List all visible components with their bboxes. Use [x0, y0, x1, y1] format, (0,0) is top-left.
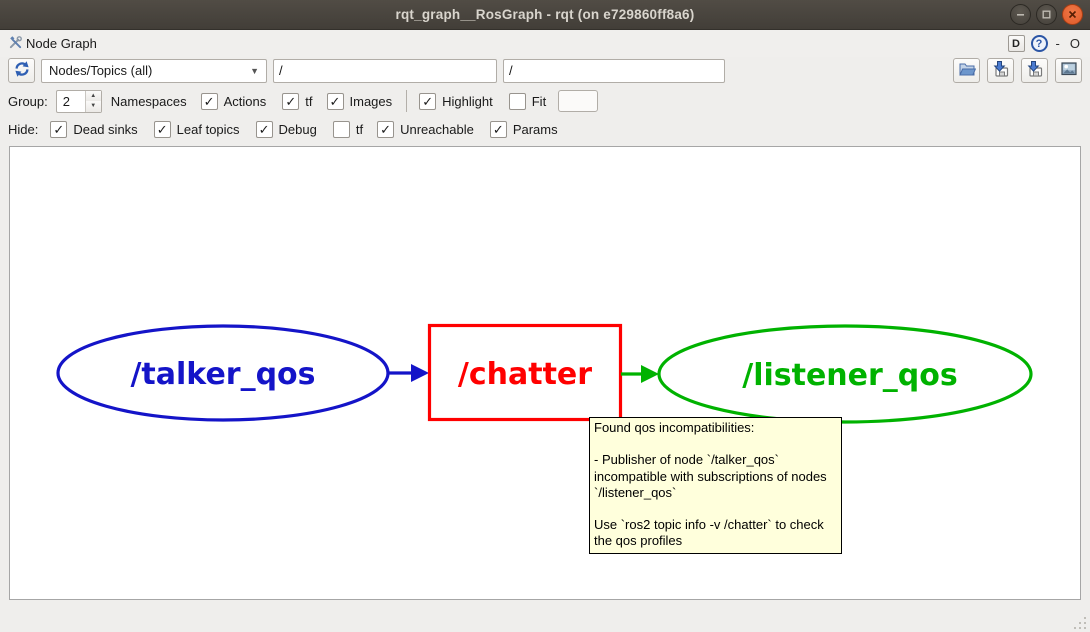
- options-row: Group: 2 ▲ ▼ Namespaces ✓ Actions ✓ tf ✓…: [8, 89, 598, 113]
- checkbox-indicator: ✓: [154, 121, 171, 138]
- blank-button[interactable]: [558, 90, 598, 112]
- topic-filter-input[interactable]: [503, 59, 725, 83]
- checkbox-indicator: ✓: [419, 93, 436, 110]
- group-spinbox[interactable]: 2 ▲ ▼: [56, 90, 102, 113]
- checkbox-params[interactable]: ✓ Params: [490, 121, 558, 138]
- toolbar-separator: [406, 90, 407, 112]
- panel-header-buttons: D ? - O: [1008, 35, 1082, 52]
- checkbox-label: Debug: [279, 122, 317, 137]
- checkbox-indicator: ✓: [282, 93, 299, 110]
- spin-arrows: ▲ ▼: [85, 91, 101, 112]
- close-plugin-button[interactable]: O: [1068, 36, 1082, 51]
- checkbox-fit[interactable]: Fit: [509, 93, 546, 110]
- checkbox-leaf-topics[interactable]: ✓ Leaf topics: [154, 121, 240, 138]
- status-strip: [0, 601, 1090, 632]
- checkbox-dead-sinks[interactable]: ✓ Dead sinks: [50, 121, 137, 138]
- close-window-icon[interactable]: [1062, 4, 1083, 25]
- graph-type-select[interactable]: Nodes/Topics (all) ▼: [41, 59, 267, 83]
- checkbox-tf-show[interactable]: ✓ tf: [282, 93, 312, 110]
- checkbox-images[interactable]: ✓ Images: [327, 93, 393, 110]
- spin-up-icon[interactable]: ▲: [86, 91, 101, 102]
- checkbox-indicator: ✓: [50, 121, 67, 138]
- window-title: rqt_graph__RosGraph - rqt (on e729860ff8…: [396, 7, 695, 22]
- ros-graph: /talker_qos /chatter /listener_qos: [10, 147, 1080, 599]
- rqt-window: { "window": { "title": "rqt_graph__RosGr…: [0, 0, 1090, 632]
- open-folder-icon: [958, 60, 976, 81]
- checkbox-actions[interactable]: ✓ Actions: [201, 93, 267, 110]
- chevron-down-icon: ▼: [250, 66, 259, 76]
- dock-d-button[interactable]: D: [1008, 35, 1025, 52]
- checkbox-label: Actions: [224, 94, 267, 109]
- save-svg-button[interactable]: [1021, 58, 1048, 83]
- refresh-button[interactable]: [8, 58, 35, 83]
- checkbox-label: tf: [305, 94, 312, 109]
- load-dot-button[interactable]: [953, 58, 980, 83]
- checkbox-indicator: ✓: [377, 121, 394, 138]
- namespaces-label: Namespaces: [111, 94, 187, 109]
- tools-icon: [8, 35, 23, 53]
- node-listener-label: /listener_qos: [742, 358, 958, 393]
- save-disk-icon: [1026, 60, 1044, 81]
- checkbox-indicator: ✓: [327, 93, 344, 110]
- hide-row: Hide: ✓ Dead sinks ✓ Leaf topics ✓ Debug…: [8, 118, 558, 140]
- toolbar: Nodes/Topics (all) ▼: [8, 58, 1082, 83]
- node-talker-label: /talker_qos: [130, 357, 315, 392]
- checkbox-label: Params: [513, 122, 558, 137]
- group-label: Group:: [8, 94, 48, 109]
- node-filter-input[interactable]: [273, 59, 497, 83]
- arrowhead-icon: [411, 364, 429, 382]
- toolbar-save-buttons: [953, 58, 1082, 83]
- panel-title: Node Graph: [26, 36, 97, 51]
- checkbox-label: Unreachable: [400, 122, 474, 137]
- group-value: 2: [57, 91, 85, 112]
- hide-label: Hide:: [8, 122, 38, 137]
- checkbox-label: tf: [356, 122, 363, 137]
- help-icon[interactable]: ?: [1031, 35, 1048, 52]
- checkbox-indicator: [509, 93, 526, 110]
- graph-type-value: Nodes/Topics (all): [49, 63, 152, 78]
- checkbox-debug[interactable]: ✓ Debug: [256, 121, 317, 138]
- checkbox-indicator: [333, 121, 350, 138]
- titlebar[interactable]: rqt_graph__RosGraph - rqt (on e729860ff8…: [0, 0, 1090, 30]
- node-chatter-label: /chatter: [458, 357, 592, 392]
- checkbox-label: Fit: [532, 94, 546, 109]
- arrowhead-icon: [641, 365, 659, 383]
- checkbox-tf-hide[interactable]: tf: [333, 121, 363, 138]
- checkbox-label: Dead sinks: [73, 122, 137, 137]
- save-disk-icon: [992, 60, 1010, 81]
- checkbox-label: Highlight: [442, 94, 493, 109]
- checkbox-label: Images: [350, 94, 393, 109]
- checkbox-unreachable[interactable]: ✓ Unreachable: [377, 121, 474, 138]
- checkbox-indicator: ✓: [490, 121, 507, 138]
- checkbox-indicator: ✓: [256, 121, 273, 138]
- checkbox-label: Leaf topics: [177, 122, 240, 137]
- checkbox-indicator: ✓: [201, 93, 218, 110]
- qos-tooltip: Found qos incompatibilities: - Publisher…: [589, 417, 842, 554]
- checkbox-highlight[interactable]: ✓ Highlight: [419, 93, 493, 110]
- save-dot-button[interactable]: [987, 58, 1014, 83]
- maximize-window-icon[interactable]: [1036, 4, 1057, 25]
- spin-down-icon[interactable]: ▼: [86, 101, 101, 112]
- resize-grip[interactable]: [1073, 616, 1086, 629]
- save-image-button[interactable]: [1055, 58, 1082, 83]
- image-icon: [1060, 60, 1078, 81]
- graph-canvas[interactable]: /talker_qos /chatter /listener_qos Found…: [9, 146, 1081, 600]
- window-controls: [1010, 4, 1083, 25]
- minimize-plugin-button[interactable]: -: [1054, 36, 1062, 51]
- refresh-icon: [13, 60, 31, 81]
- plugin-header: Node Graph D ? - O: [0, 30, 1090, 57]
- minimize-window-icon[interactable]: [1010, 4, 1031, 25]
